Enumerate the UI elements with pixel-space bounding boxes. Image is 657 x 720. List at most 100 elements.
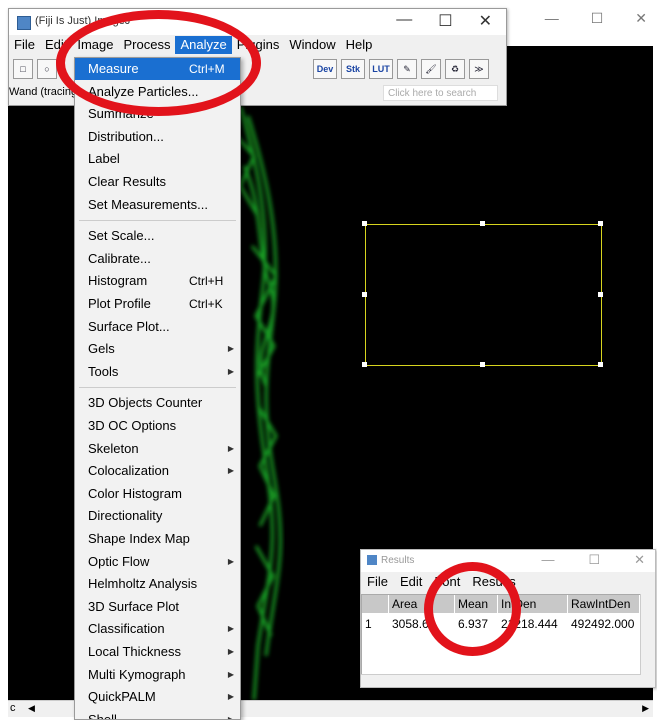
brush-tool-icon[interactable]: 🖌 [421, 59, 441, 79]
menu-help[interactable]: Help [341, 36, 378, 54]
submenu-arrow-icon: ▶ [227, 624, 234, 634]
menu-item-label: Helmholtz Analysis [88, 576, 198, 592]
close-icon[interactable]: ✕ [479, 11, 492, 31]
menu-item-3d-surface-plot[interactable]: 3D Surface Plot [75, 596, 240, 618]
results-window-controls: — ☐ ✕ [541, 552, 645, 568]
table-cell: 492492.000 [571, 617, 635, 631]
menu-item-plot-profile[interactable]: Plot Profile Ctrl+K [75, 293, 240, 315]
dev-tool-icon[interactable]: Dev [313, 59, 337, 79]
roi-handle[interactable] [480, 221, 485, 226]
menu-separator [79, 387, 236, 389]
menu-item-set-scale[interactable]: Set Scale... [75, 225, 240, 247]
submenu-arrow-icon: ▶ [227, 366, 234, 376]
scroll-right-icon[interactable]: ▶ [642, 703, 649, 714]
menu-item-label: Set Scale... [88, 228, 155, 244]
oval-tool-icon[interactable]: ○ [37, 59, 57, 79]
menu-item-multi-kymograph[interactable]: Multi Kymograph ▶ [75, 664, 240, 686]
results-menu-edit[interactable]: Edit [394, 574, 428, 589]
close-icon[interactable]: ✕ [635, 10, 647, 27]
menu-item-distribution[interactable]: Distribution... [75, 126, 240, 148]
column-header[interactable]: RawIntDen [568, 595, 640, 613]
minimize-icon[interactable]: — [396, 11, 412, 31]
roi-handle[interactable] [598, 362, 603, 367]
roi-handle[interactable] [480, 362, 485, 367]
menu-item-label: Surface Plot... [88, 318, 170, 334]
minimize-icon[interactable]: — [545, 10, 559, 27]
menu-item-label: Distribution... [88, 128, 164, 144]
menu-item-surface-plot[interactable]: Surface Plot... [75, 316, 240, 338]
menu-item-label: Local Thickness [88, 644, 181, 659]
menu-item-directionality[interactable]: Directionality [75, 505, 240, 527]
maximize-icon[interactable]: ☐ [591, 10, 604, 27]
menu-item-shortcut: Ctrl+K [189, 297, 223, 311]
menu-separator [79, 220, 236, 222]
menu-window[interactable]: Window [284, 36, 340, 54]
channel-label: c [10, 702, 16, 714]
menu-item-label: Clear Results [88, 174, 167, 189]
menu-item-label: Shell [88, 711, 117, 720]
results-title: Results [381, 555, 415, 566]
roi-handle[interactable] [362, 362, 367, 367]
rectangle-tool-icon[interactable]: □ [13, 59, 33, 79]
menu-item-label: 3D Objects Counter [88, 395, 203, 411]
menu-item-label: Set Measurements... [88, 196, 208, 212]
menu-item-label: 3D Surface Plot [88, 598, 180, 614]
menu-item-optic-flow[interactable]: Optic Flow ▶ [75, 551, 240, 573]
menu-item-clear-results[interactable]: Clear Results [75, 171, 240, 193]
submenu-arrow-icon: ▶ [227, 443, 234, 453]
more-tools-icon[interactable]: ≫ [469, 59, 489, 79]
submenu-arrow-icon: ▶ [227, 647, 234, 656]
roi-handle[interactable] [598, 221, 603, 226]
minimize-icon[interactable]: — [541, 552, 554, 568]
menu-item-set-measurements[interactable]: Set Measurements... [75, 194, 240, 216]
menu-item-calibrate[interactable]: Calibrate... [75, 248, 240, 270]
roi-handle[interactable] [598, 292, 603, 297]
results-vertical-scrollbar[interactable] [640, 594, 655, 674]
lut-tool-icon[interactable]: LUT [369, 59, 393, 79]
menu-item-color-histogram[interactable]: Color Histogram [75, 483, 240, 505]
scroll-left-icon[interactable]: ◀ [28, 703, 35, 714]
menu-item-label: Shape Index Map [88, 531, 190, 546]
menu-item-shape-index-map[interactable]: Shape Index Map [75, 528, 240, 550]
menu-item-label: Color Histogram [88, 485, 182, 501]
submenu-arrow-icon: ▶ [227, 692, 234, 702]
menu-item-classification[interactable]: Classification ▶ [75, 618, 240, 640]
menu-item-quickpalm[interactable]: QuickPALM ▶ [75, 686, 240, 708]
menu-item-3d-objects-counter[interactable]: 3D Objects Counter [75, 392, 240, 414]
menu-item-skeleton[interactable]: Skeleton ▶ [75, 438, 240, 460]
menu-item-gels[interactable]: Gels ▶ [75, 338, 240, 360]
roi-handle[interactable] [362, 292, 367, 297]
annotation-circle-mean [424, 562, 521, 656]
menu-item-shell[interactable]: Shell ▶ [75, 709, 240, 720]
menu-item-label[interactable]: Label [75, 148, 240, 170]
close-icon[interactable]: ✕ [634, 552, 645, 568]
menu-item-colocalization[interactable]: Colocalization ▶ [75, 460, 240, 482]
menu-item-helmholtz-analysis[interactable]: Helmholtz Analysis [75, 573, 240, 595]
results-window-icon [367, 555, 377, 565]
maximize-icon[interactable]: ☐ [438, 11, 452, 31]
menu-item-label: Gels [88, 341, 115, 357]
menu-item-label: Optic Flow [88, 553, 150, 569]
maximize-icon[interactable]: ☐ [588, 552, 600, 568]
submenu-arrow-icon: ▶ [227, 669, 234, 679]
menu-item-3d-oc-options[interactable]: 3D OC Options [75, 415, 240, 437]
menu-file[interactable]: File [9, 36, 40, 54]
menu-item-local-thickness[interactable]: Local Thickness ▶ [75, 641, 240, 663]
results-menu-file[interactable]: File [361, 574, 394, 589]
menu-item-label: Calibrate... [88, 250, 151, 266]
roi-rectangle[interactable] [365, 224, 602, 366]
flood-fill-tool-icon[interactable]: ♻ [445, 59, 465, 79]
menu-item-histogram[interactable]: Histogram Ctrl+H [75, 270, 240, 292]
annotation-circle-measure [56, 10, 261, 116]
submenu-arrow-icon: ▶ [227, 714, 234, 720]
search-input[interactable]: Click here to search [383, 85, 498, 101]
menu-item-label: Histogram [88, 273, 148, 289]
results-horizontal-scrollbar[interactable] [361, 674, 641, 687]
menu-item-tools[interactable]: Tools ▶ [75, 361, 240, 383]
stk-tool-icon[interactable]: Stk [341, 59, 365, 79]
pencil-tool-icon[interactable]: ✎ [397, 59, 417, 79]
column-header[interactable] [362, 595, 389, 613]
roi-handle[interactable] [362, 221, 367, 226]
results-titlebar: Results — ☐ ✕ [361, 550, 655, 572]
menu-item-label: Directionality [88, 508, 163, 524]
